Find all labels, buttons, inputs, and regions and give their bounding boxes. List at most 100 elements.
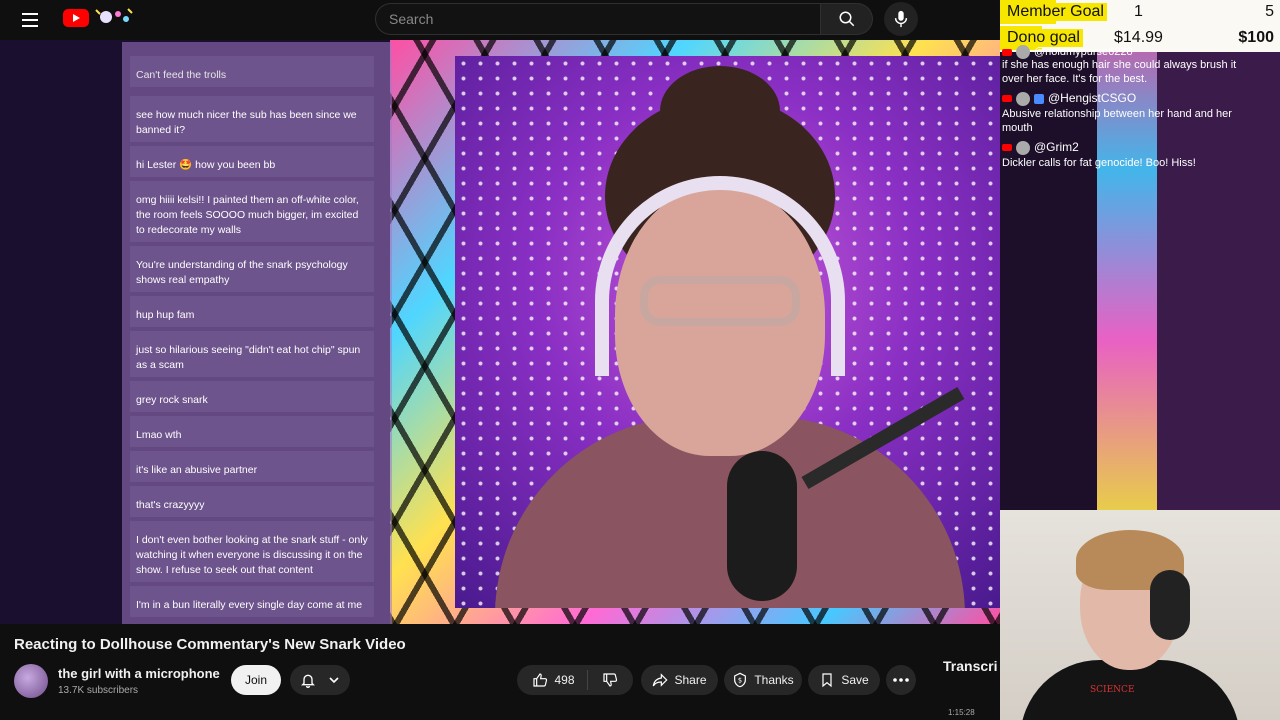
overlay-chat-text: Abusive relationship between her hand an…: [1002, 108, 1232, 134]
more-actions-button[interactable]: [886, 665, 916, 695]
top-bar: [0, 0, 1000, 40]
channel-avatar[interactable]: [14, 664, 48, 698]
chat-message-text: it's like an abusive partner: [136, 464, 258, 476]
chat-message-text: that's crazyyyy: [136, 499, 205, 511]
transcript-timestamp[interactable]: 1:15:28: [948, 708, 975, 717]
video-info: Reacting to Dollhouse Commentary's New S…: [0, 624, 1000, 720]
chat-message: just so hilarious seeing "didn't eat hot…: [130, 331, 374, 377]
chat-message-text: grey rock snark: [136, 394, 208, 406]
save-label: Save: [841, 673, 869, 687]
subscriber-count: 13.7K subscribers: [58, 685, 139, 696]
avatar: [1016, 91, 1030, 106]
voice-search-button[interactable]: [884, 2, 918, 36]
bookmark-icon: [822, 673, 832, 688]
chat-message: hup hup fam: [130, 296, 374, 327]
overlay-chat-user: @HengistCSGO: [1048, 91, 1137, 105]
chat-message-text: You're understanding of the snark psycho…: [136, 259, 348, 286]
avatar: [1016, 45, 1030, 59]
youtube-icon: [1002, 95, 1012, 102]
goals-widget: Member Goal 1 5 Dono goal $14.99 $100: [1000, 0, 1280, 52]
chat-message-text: I'm in a bun literally every single day …: [136, 599, 363, 611]
chat-message: You're understanding of the snark psycho…: [130, 246, 374, 292]
bell-icon: [301, 674, 315, 688]
streamer-camera: [455, 56, 1000, 608]
chat-message-text: I don't even bother looking at the snark…: [136, 534, 368, 576]
member-goal-target: 5: [1265, 3, 1274, 20]
overlay-chat-message: @holdmypurse6228 if she has enough hair …: [1000, 45, 1280, 86]
headset-icon: [1150, 570, 1190, 640]
member-goal-label: Member Goal: [1004, 3, 1107, 21]
stream-overlay-right: Member Goal 1 5 Dono goal $14.99 $100 @h…: [1000, 0, 1280, 720]
dono-goal-label: Dono goal: [1004, 29, 1083, 47]
overlay-chat-text: Dickler calls for fat genocide! Boo! His…: [1002, 157, 1196, 169]
overlay-chat-message: @HengistCSGO Abusive relationship betwee…: [1000, 90, 1280, 135]
chat-message: I don't even bother looking at the snark…: [130, 521, 374, 582]
share-label: Share: [674, 673, 707, 687]
youtube-chat-overlay: @holdmypurse6228 if she has enough hair …: [1000, 45, 1280, 170]
doodle-logo-icon[interactable]: [92, 6, 136, 28]
thanks-icon: $: [734, 672, 747, 688]
video-player[interactable]: Can't feed the trolls see how much nicer…: [0, 40, 1000, 624]
youtube-icon: [1002, 144, 1012, 151]
overlay-chat-user: @holdmypurse6228: [1034, 46, 1133, 58]
chat-message: Lmao wth: [130, 416, 374, 447]
chevron-down-icon: [329, 677, 339, 684]
youtube-logo-icon[interactable]: [63, 9, 89, 27]
chat-message: omg hiiii kelsi!! I painted them an off-…: [130, 181, 374, 242]
channel-name[interactable]: the girl with a microphone: [58, 666, 220, 681]
join-button[interactable]: Join: [231, 665, 281, 695]
thumbs-up-icon: [533, 673, 548, 687]
dislike-button[interactable]: [594, 672, 618, 688]
chat-message-text: just so hilarious seeing "didn't eat hot…: [136, 344, 361, 371]
search-input[interactable]: [376, 4, 820, 34]
dono-goal-target: $100: [1238, 29, 1274, 46]
save-button[interactable]: Save: [808, 665, 880, 695]
chat-message-text: hup hup fam: [136, 309, 195, 321]
member-badge-icon: [1034, 93, 1044, 104]
microphone: [727, 451, 797, 601]
like-button[interactable]: 498: [532, 670, 588, 690]
stream-chat-panel: Can't feed the trolls see how much nicer…: [122, 42, 392, 624]
overlay-chat-message: @Grim2 Dickler calls for fat genocide! B…: [1000, 139, 1280, 170]
video-title: Reacting to Dollhouse Commentary's New S…: [14, 636, 406, 653]
chat-message: hi Lester 🤩 how you been bb: [130, 146, 374, 177]
search-box: [375, 3, 821, 35]
chat-message: it's like an abusive partner: [130, 451, 374, 482]
youtube-icon: [1002, 48, 1012, 56]
share-button[interactable]: Share: [641, 665, 718, 695]
microphone-icon: [894, 10, 908, 28]
like-count: 498: [554, 673, 575, 687]
streamer-hair-bun: [660, 66, 780, 156]
chat-message: I'm in a bun literally every single day …: [130, 586, 374, 617]
notifications-button[interactable]: [290, 665, 350, 695]
chat-message-text: Can't feed the trolls: [136, 69, 227, 81]
dono-goal-current: $14.99: [1114, 29, 1163, 46]
thumbs-down-icon: [602, 673, 617, 687]
chat-message: that's crazyyyy: [130, 486, 374, 517]
member-goal-current: 1: [1134, 3, 1143, 20]
menu-icon[interactable]: [14, 6, 46, 34]
thanks-label: Thanks: [754, 673, 794, 687]
chat-message: grey rock snark: [130, 381, 374, 412]
like-dislike-group: 498: [517, 665, 633, 695]
chat-message: see how much nicer the sub has been sinc…: [130, 96, 374, 142]
glasses-icon: [640, 276, 800, 326]
search-icon: [839, 11, 854, 27]
search-button[interactable]: [821, 3, 873, 35]
overlay-chat-user: @Grim2: [1034, 140, 1079, 154]
svg-text:$: $: [738, 677, 742, 685]
share-icon: [653, 673, 668, 687]
overlay-chat-text: if she has enough hair she could always …: [1002, 59, 1237, 85]
chat-message-text: hi Lester 🤩 how you been bb: [136, 159, 276, 171]
shirt-text: SCIENCE: [1090, 685, 1135, 695]
chat-message: Can't feed the trolls: [130, 56, 374, 87]
chat-message-text: see how much nicer the sub has been sinc…: [136, 109, 357, 136]
member-goal-row: Member Goal 1 5: [1000, 0, 1280, 24]
more-horizontal-icon: [893, 678, 909, 682]
reactor-facecam: SCIENCE: [1000, 510, 1280, 720]
chat-message-text: omg hiiii kelsi!! I painted them an off-…: [136, 194, 359, 236]
chat-message-text: Lmao wth: [136, 429, 182, 441]
avatar: [1016, 140, 1030, 155]
thanks-button[interactable]: $ Thanks: [724, 665, 802, 695]
transcript-panel-title[interactable]: Transcri: [943, 658, 997, 674]
